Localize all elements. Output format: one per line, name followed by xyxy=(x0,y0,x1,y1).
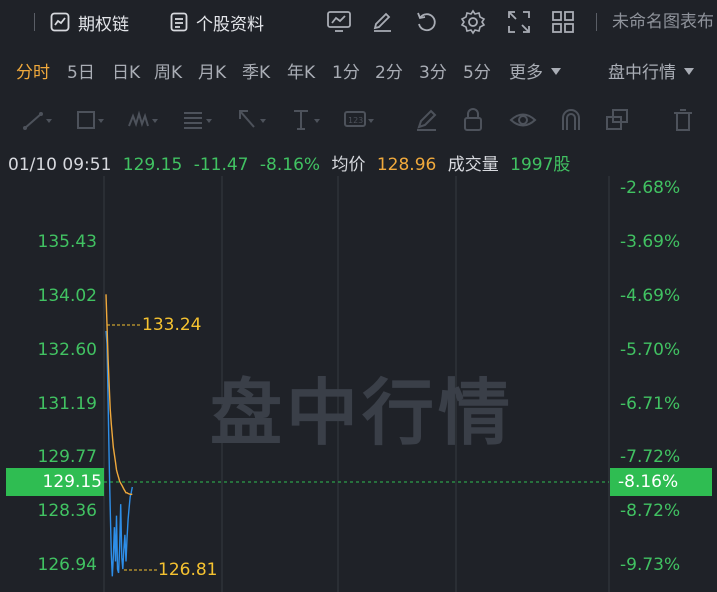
price-line xyxy=(105,330,133,577)
left-axis-label: 126.94 xyxy=(37,555,97,575)
fibonacci-tool-icon[interactable] xyxy=(182,106,212,134)
drawing-toolbar: 123 xyxy=(0,100,717,140)
toolbar-separator xyxy=(34,13,35,31)
trend-line-tool-icon[interactable] xyxy=(22,106,52,134)
intraday-chart[interactable]: 盘中行情 135.43 134.02 132.60 131.19 129.77 … xyxy=(0,176,717,592)
left-axis-label: 135.43 xyxy=(37,232,97,252)
refresh-icon[interactable] xyxy=(414,9,440,35)
tab-quarterly-k[interactable]: 季K xyxy=(242,52,270,94)
quote-info-line: 01/10 09:51 129.15 -11.47 -8.16% 均价 128.… xyxy=(8,150,576,175)
quote-change-pct: -8.16% xyxy=(259,155,321,175)
period-tabs: 分时 5日 日K 周K 月K 季K 年K 1分 2分 3分 5分 更多 盘中行情 xyxy=(0,52,717,94)
wave-pattern-tool-icon[interactable] xyxy=(128,106,158,134)
arrow-tool-icon[interactable] xyxy=(236,106,266,134)
tab-3min[interactable]: 3分 xyxy=(419,52,447,94)
tab-weekly-k[interactable]: 周K xyxy=(154,52,182,94)
left-axis-label: 129.77 xyxy=(37,447,97,467)
svg-text:123: 123 xyxy=(348,116,363,125)
current-price-badge: 129.15 xyxy=(6,468,104,496)
high-price-marker: 133.24 xyxy=(142,315,202,335)
volume-value: 1997股 xyxy=(510,155,571,175)
tab-intraday[interactable]: 分时 xyxy=(16,52,50,94)
grid-layout-icon[interactable] xyxy=(550,9,576,35)
volume-label: 成交量 xyxy=(447,155,499,175)
tab-2min[interactable]: 2分 xyxy=(375,52,403,94)
stock-info-label: 个股资料 xyxy=(196,14,264,35)
tab-yearly-k[interactable]: 年K xyxy=(287,52,315,94)
eye-icon[interactable] xyxy=(508,106,538,134)
settings-gear-icon[interactable] xyxy=(460,9,486,35)
text-tool-icon[interactable] xyxy=(290,106,320,134)
options-chain-button[interactable]: 期权链 xyxy=(50,0,129,44)
avg-price-label: 均价 xyxy=(331,155,366,175)
price-label-tool-icon[interactable]: 123 xyxy=(344,106,374,134)
left-axis-label: 134.02 xyxy=(37,286,97,306)
right-axis-label: -4.69% xyxy=(620,286,681,306)
rectangle-tool-icon[interactable] xyxy=(74,106,104,134)
chevron-down-icon xyxy=(551,68,561,75)
left-axis-label: 132.60 xyxy=(37,340,97,360)
right-axis-label: -3.69% xyxy=(620,232,681,252)
right-axis-label: -7.72% xyxy=(620,447,681,467)
avg-price-value: 128.96 xyxy=(376,155,437,175)
edit-icon[interactable] xyxy=(370,9,396,35)
tab-monthly-k[interactable]: 月K xyxy=(198,52,226,94)
top-toolbar: 期权链 个股资料 未命名图表布 xyxy=(0,0,717,44)
right-axis-label: -9.73% xyxy=(620,555,681,575)
quote-price: 129.15 xyxy=(122,155,183,175)
session-label: 盘中行情 xyxy=(608,63,676,83)
quote-time: 01/10 09:51 xyxy=(8,155,112,175)
tab-5min[interactable]: 5分 xyxy=(463,52,491,94)
trash-icon[interactable] xyxy=(668,106,698,134)
right-axis-label: -5.70% xyxy=(620,340,681,360)
left-axis-label: 131.19 xyxy=(37,394,97,414)
layers-icon[interactable] xyxy=(602,106,632,134)
toolbar-separator xyxy=(596,13,597,31)
right-axis-label: -8.72% xyxy=(620,501,681,521)
layout-name[interactable]: 未命名图表布 xyxy=(612,0,714,44)
left-axis-label: 128.36 xyxy=(37,501,97,521)
right-axis-label: -2.68% xyxy=(620,178,681,198)
low-price-marker: 126.81 xyxy=(158,560,218,580)
chart-box-icon xyxy=(50,12,70,32)
chevron-down-icon xyxy=(684,68,694,75)
watermark: 盘中行情 xyxy=(210,371,515,455)
tab-5day[interactable]: 5日 xyxy=(67,52,95,94)
tab-daily-k[interactable]: 日K xyxy=(112,52,140,94)
current-pct-badge: -8.16% xyxy=(610,468,712,496)
monitor-chart-icon[interactable] xyxy=(326,9,352,35)
tab-1min[interactable]: 1分 xyxy=(332,52,360,94)
lock-icon[interactable] xyxy=(458,106,488,134)
series-layer xyxy=(105,294,133,577)
magnet-icon[interactable] xyxy=(556,106,586,134)
fullscreen-icon[interactable] xyxy=(506,9,532,35)
more-label: 更多 xyxy=(509,63,543,83)
brush-tool-icon[interactable] xyxy=(412,106,442,134)
document-icon xyxy=(170,12,188,32)
more-dropdown[interactable]: 更多 xyxy=(509,52,561,94)
stock-info-button[interactable]: 个股资料 xyxy=(170,0,264,44)
session-dropdown[interactable]: 盘中行情 xyxy=(608,52,694,94)
options-chain-label: 期权链 xyxy=(78,14,129,35)
quote-change: -11.47 xyxy=(193,155,249,175)
right-axis-label: -6.71% xyxy=(620,394,681,414)
